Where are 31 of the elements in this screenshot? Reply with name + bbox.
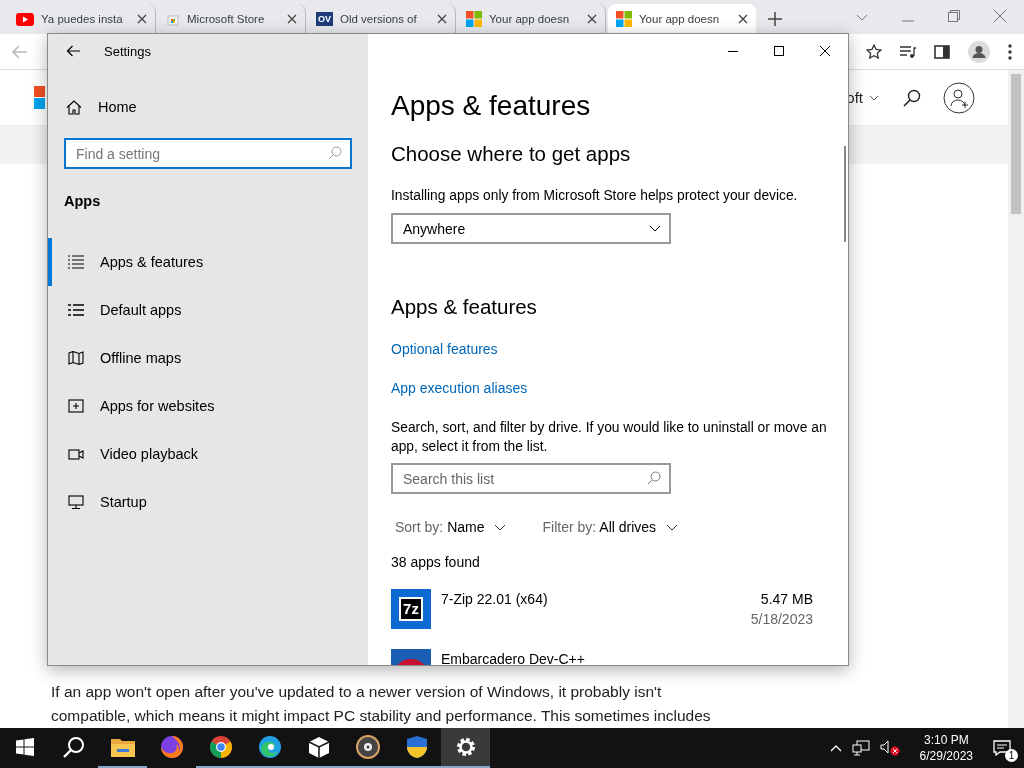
app-list-item[interactable]: Embarcadero Dev-C++ (391, 649, 813, 665)
window-title: Settings (104, 43, 151, 59)
notification-count: 1 (1005, 748, 1018, 762)
section-label: Apps (63, 192, 102, 211)
home-link[interactable]: Home (48, 83, 368, 131)
result-count: 38 apps found (391, 553, 480, 572)
section-heading: Choose where to get apps (391, 141, 631, 167)
dropdown[interactable]: Anywhere (391, 213, 671, 244)
description-text: Search, sort, and filter by drive. If you would like to uninstall or move an app, select it from the list. (391, 419, 828, 456)
sort-dropdown[interactable]: Sort by: Name (395, 517, 507, 537)
app-list-item[interactable]: 7z 7-Zip 22.01 (x64) 5.47 MB 5/18/2023 (391, 589, 813, 629)
clock[interactable]: 3:10 PM 6/29/2023 (919, 732, 973, 764)
link[interactable]: App execution aliases (391, 378, 528, 398)
nav-item[interactable]: Default apps (48, 286, 368, 334)
nav-item[interactable]: Apps & features (48, 238, 368, 286)
section-heading: Apps & features (391, 294, 537, 320)
filter-dropdown[interactable]: Filter by: All drives (542, 517, 679, 537)
nav-item[interactable]: Startup (48, 478, 368, 526)
search-field[interactable]: Search this list (391, 463, 671, 494)
page-heading: Apps & features (391, 90, 591, 122)
site-badge: OV (316, 12, 333, 26)
browser-tab[interactable]: Your app doesn (608, 4, 756, 34)
nav-item[interactable]: Video playback (48, 430, 368, 478)
nav-item[interactable]: Offline maps (48, 334, 368, 382)
nav-item[interactable]: Apps for websites (48, 382, 368, 430)
app-icon: 7z (391, 589, 431, 629)
search-field[interactable]: Find a setting (64, 138, 352, 169)
link[interactable]: Optional features (391, 339, 498, 359)
description-text: Installing apps only from Microsoft Store helps protect your device. (391, 187, 799, 205)
article-text: compatible, which means it might impact PC stability and performance. This sometimes includes (51, 706, 712, 726)
article-text: If an app won't open after you've updated to a newer version of Windows, it probably isn't (51, 682, 663, 702)
